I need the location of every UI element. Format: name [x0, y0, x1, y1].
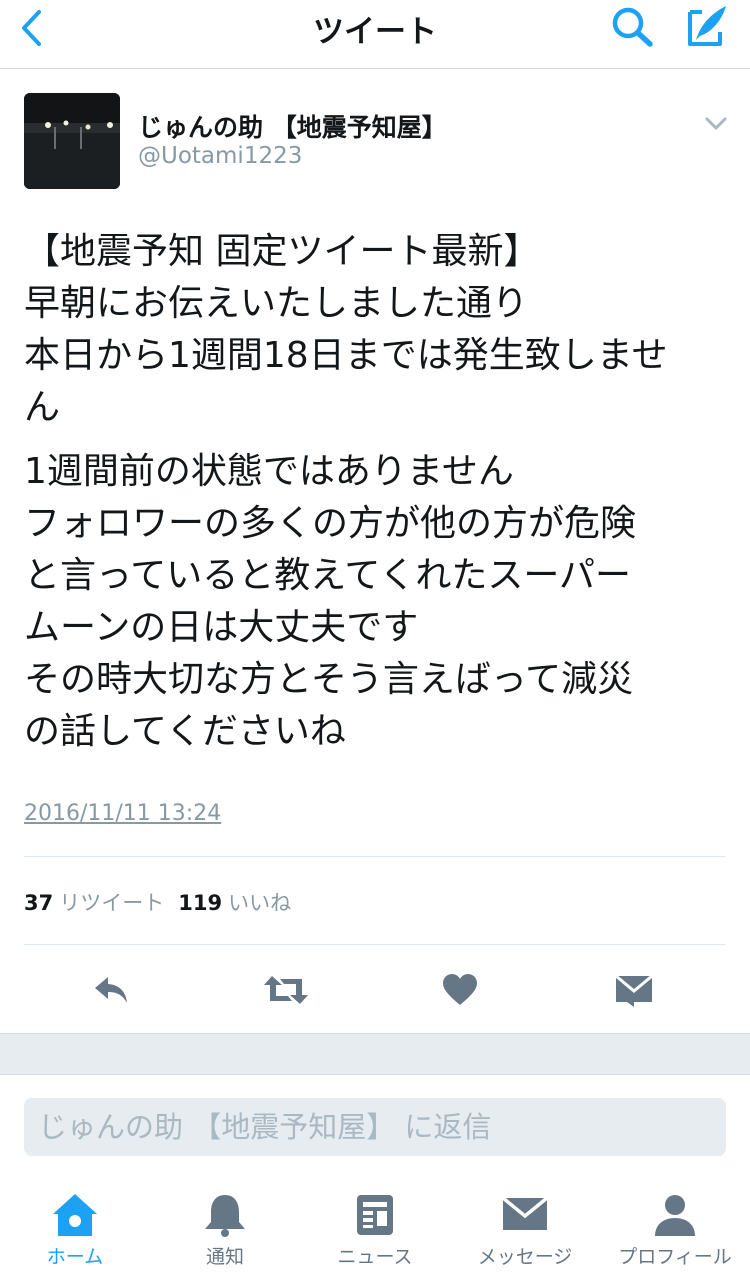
profile-icon: [649, 1192, 701, 1238]
compose-quill-icon[interactable]: [682, 2, 732, 50]
tweet-stats: 37 リツイート 119 いいね: [24, 887, 291, 917]
tweet-line: と言っていると教えてくれたスーパー: [24, 555, 631, 596]
like-heart-icon[interactable]: [430, 965, 490, 1015]
tweet-body: 【地震予知 固定ツイート最新】 早朝にお伝えいたしました通り 本日から1週間18…: [24, 226, 734, 758]
divider: [24, 856, 726, 857]
tweet-actions: [0, 965, 750, 1015]
retweet-icon[interactable]: [256, 965, 316, 1015]
home-icon: [49, 1192, 101, 1238]
tweet-paragraph: 1週間前の状態ではありません フォロワーの多くの方が他の方が危険 と言っていると…: [24, 446, 734, 758]
direct-message-icon[interactable]: [604, 965, 664, 1015]
search-icon[interactable]: [608, 4, 658, 48]
chevron-down-icon[interactable]: [704, 116, 728, 132]
tweet-line: ん: [24, 387, 61, 428]
retweet-label[interactable]: リツイート: [59, 891, 164, 915]
tab-label: ホーム: [46, 1246, 104, 1268]
tab-messages[interactable]: メッセージ: [450, 1180, 600, 1274]
tweet-paragraph: 【地震予知 固定ツイート最新】 早朝にお伝えいたしました通り 本日から1週間18…: [24, 226, 734, 434]
bell-icon: [199, 1192, 251, 1238]
tab-label: ニュース: [337, 1246, 413, 1268]
tweet-line: フォロワーの多くの方が他の方が危険: [24, 503, 637, 544]
tweet-line: その時大切な方とそう言えばって減災: [24, 659, 634, 700]
tweet-line: 【地震予知 固定ツイート最新】: [24, 231, 540, 272]
tweet-handle[interactable]: @Uotami1223: [138, 143, 302, 169]
tab-label: 通知: [205, 1246, 244, 1268]
reply-input[interactable]: じゅんの助 【地震予知屋】 に返信: [24, 1098, 726, 1156]
tweet-line: 本日から1週間18日までは発生致しませ: [24, 335, 668, 376]
tweet-line: 1週間前の状態ではありません: [24, 451, 514, 492]
tweet-line: ムーンの日は大丈夫です: [24, 607, 419, 648]
tab-news[interactable]: ニュース: [300, 1180, 450, 1274]
tab-home[interactable]: ホーム: [0, 1180, 150, 1274]
divider: [24, 944, 726, 945]
tab-label: プロフィール: [618, 1246, 732, 1268]
section-separator: [0, 1033, 750, 1075]
tab-label: メッセージ: [477, 1246, 573, 1268]
tweet-line: 早朝にお伝えいたしました通り: [24, 283, 529, 324]
news-icon: [349, 1192, 401, 1238]
bottom-tab-bar: ホーム 通知 ニュース メッセージ プロフィール: [0, 1180, 750, 1274]
avatar[interactable]: [24, 93, 120, 189]
tweet-line: の話してくださいね: [24, 711, 346, 752]
reply-icon[interactable]: [82, 965, 142, 1015]
tab-profile[interactable]: プロフィール: [600, 1180, 750, 1274]
like-count[interactable]: 119: [178, 891, 222, 915]
retweet-count[interactable]: 37: [24, 891, 53, 915]
top-nav-bar: ツイート: [0, 0, 750, 69]
envelope-icon: [499, 1192, 551, 1238]
tab-notifications[interactable]: 通知: [150, 1180, 300, 1274]
tweet-username[interactable]: じゅんの助 【地震予知屋】: [138, 108, 447, 144]
tweet-timestamp[interactable]: 2016/11/11 13:24: [24, 801, 221, 826]
like-label[interactable]: いいね: [228, 891, 291, 915]
